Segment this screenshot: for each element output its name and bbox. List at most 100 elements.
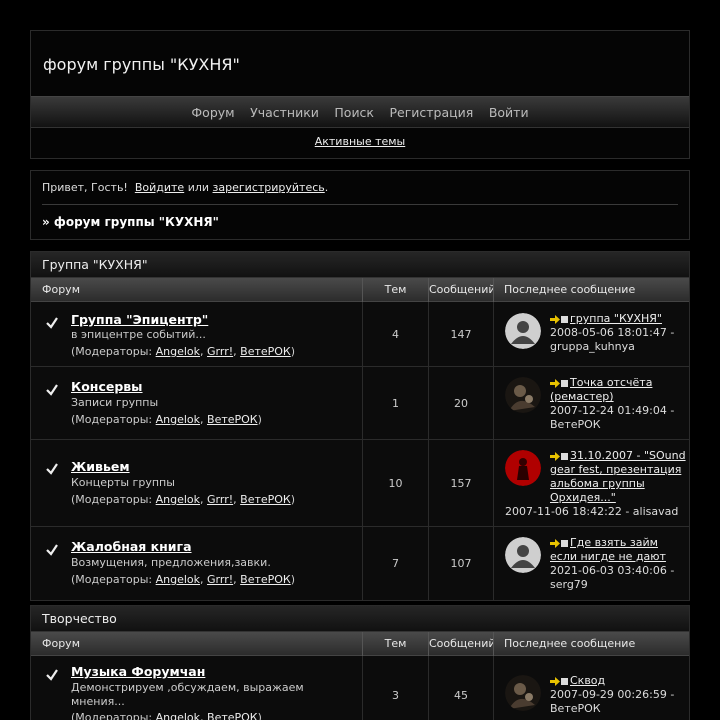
last-post-author: alisavad	[632, 505, 679, 518]
forum-link[interactable]: Музыка Форумчан	[71, 664, 205, 679]
last-post-link[interactable]: группа "КУХНЯ"	[570, 312, 662, 325]
moderator-link[interactable]: Angelok	[156, 573, 200, 586]
last-post-cell: Где взять займ если нигде не дают 2021-0…	[493, 527, 691, 600]
posts-count: 157	[428, 440, 493, 526]
forum-desc: Концерты группы	[71, 476, 175, 489]
moderator-link[interactable]: Angelok	[156, 711, 200, 720]
avatar[interactable]	[505, 450, 541, 486]
last-post-link[interactable]: 31.10.2007 - "SOund gear fest, презентац…	[550, 449, 686, 504]
last-post-info: Точка отсчёта (ремастер) 2007-12-24 01:4…	[550, 376, 675, 431]
go-to-post-icon[interactable]	[550, 538, 568, 548]
mods-prefix: (Модераторы:	[71, 413, 153, 426]
check-icon	[46, 317, 58, 329]
check-icon	[46, 669, 58, 681]
forum-desc: Демонстрируем ,обсуждаем, выражаем мнени…	[71, 681, 304, 708]
moderator-link[interactable]: Angelok	[156, 345, 200, 358]
moderator-link[interactable]: Grrr!	[207, 493, 233, 506]
forum-moderators: (Модераторы: Angelok, ВетеРОК)	[71, 413, 262, 426]
mods-prefix: (Модераторы:	[71, 493, 153, 506]
moderator-link[interactable]: Grrr!	[207, 345, 233, 358]
nav-login[interactable]: Войти	[489, 97, 529, 129]
posts-count: 147	[428, 302, 493, 366]
forum-link[interactable]: Жалобная книга	[71, 539, 192, 554]
user-silhouette-icon	[505, 313, 541, 349]
mods-prefix: (Модераторы:	[71, 711, 153, 720]
avatar[interactable]	[505, 675, 541, 711]
nav-register[interactable]: Регистрация	[389, 97, 473, 129]
go-to-post-icon[interactable]	[550, 451, 568, 461]
register-link[interactable]: зарегистрируйтесь	[213, 181, 325, 194]
moderator-link[interactable]: Angelok	[156, 413, 200, 426]
forum-moderators: (Модераторы: Angelok, Grrr!, ВетеРОК)	[71, 493, 296, 506]
avatar[interactable]	[505, 537, 541, 573]
forum-moderators: (Модераторы: Angelok, ВетеРОК)	[71, 711, 262, 720]
breadcrumb: » форум группы "КУХНЯ"	[42, 215, 219, 229]
forum-row: Живьем Концерты группы (Модераторы: Ange…	[31, 440, 689, 527]
forum-cell: Живьем Концерты группы (Модераторы: Ange…	[31, 440, 362, 526]
period-text: .	[324, 181, 329, 194]
moderator-link[interactable]: ВетеРОК	[240, 573, 291, 586]
moderator-link[interactable]: Angelok	[156, 493, 200, 506]
go-to-post-icon[interactable]	[550, 378, 568, 388]
posts-count: 45	[428, 656, 493, 720]
col-topics: Тем	[362, 278, 428, 302]
welcome-box: Привет, Гость! Войдите или зарегистрируй…	[30, 170, 690, 240]
avatar[interactable]	[505, 313, 541, 349]
avatar[interactable]	[505, 377, 541, 413]
posts-count: 107	[428, 527, 493, 600]
table-header: Форум Тем Сообщений Последнее сообщение	[31, 278, 689, 302]
divider	[42, 204, 678, 205]
col-last: Последнее сообщение	[493, 278, 691, 302]
last-post-info: Сквод 2007-09-29 00:26:59 - ВетеРОК	[550, 674, 675, 715]
user-silhouette-icon	[505, 537, 541, 573]
mods-prefix: (Модераторы:	[71, 345, 153, 358]
forum-cell: Музыка Форумчан Демонстрируем ,обсуждаем…	[31, 656, 362, 720]
check-icon	[46, 384, 58, 396]
nav-forum[interactable]: Форум	[191, 97, 234, 129]
table-header: Форум Тем Сообщений Последнее сообщение	[31, 632, 689, 656]
welcome-line: Привет, Гость! Войдите или зарегистрируй…	[42, 181, 678, 194]
site-header: форум группы "КУХНЯ" Форум Участники Пои…	[30, 30, 690, 159]
go-to-post-icon[interactable]	[550, 314, 568, 324]
active-topics-row: Активные темы	[31, 135, 689, 148]
last-post-link[interactable]: Сквод	[570, 674, 605, 687]
col-posts: Сообщений	[428, 278, 493, 302]
last-post-author: ВетеРОК	[550, 418, 601, 431]
topics-count: 4	[362, 302, 428, 366]
moderator-link[interactable]: ВетеРОК	[207, 413, 258, 426]
nav-search[interactable]: Поиск	[334, 97, 374, 129]
or-text: или	[187, 181, 210, 194]
last-post-date: 2007-11-06 18:42:22	[505, 505, 622, 518]
forum-cell: Консервы Записи группы (Модераторы: Ange…	[31, 367, 362, 439]
mods-prefix: (Модераторы:	[71, 573, 153, 586]
login-link[interactable]: Войдите	[135, 181, 184, 194]
user-photo-icon	[505, 450, 541, 486]
nav-users[interactable]: Участники	[250, 97, 319, 129]
user-photo-icon	[505, 675, 541, 711]
col-forum: Форум	[42, 637, 80, 650]
forum-link[interactable]: Живьем	[71, 459, 130, 474]
last-post-date: 2007-12-24 01:49:04	[550, 404, 667, 417]
last-post-cell: Точка отсчёта (ремастер) 2007-12-24 01:4…	[493, 367, 691, 439]
forum-row: Консервы Записи группы (Модераторы: Ange…	[31, 367, 689, 440]
forum-desc: в эпицентре событий...	[71, 328, 206, 341]
moderator-link[interactable]: ВетеРОК	[240, 345, 291, 358]
forum-link[interactable]: Группа "Эпицентр"	[71, 312, 208, 327]
forum-cell: Жалобная книга Возмущения, предложения,з…	[31, 527, 362, 600]
check-icon	[46, 544, 58, 556]
moderator-link[interactable]: ВетеРОК	[240, 493, 291, 506]
forum-cell: Группа "Эпицентр" в эпицентре событий...…	[31, 302, 362, 366]
go-to-post-icon[interactable]	[550, 676, 568, 686]
moderator-link[interactable]: Grrr!	[207, 573, 233, 586]
forum-link[interactable]: Консервы	[71, 379, 143, 394]
last-post-author: serg79	[550, 578, 588, 591]
col-posts: Сообщений	[428, 632, 493, 656]
last-post-info: 31.10.2007 - "SOund gear fest, презентац…	[550, 449, 688, 505]
forum-moderators: (Модераторы: Angelok, Grrr!, ВетеРОК)	[71, 573, 296, 586]
moderator-link[interactable]: ВетеРОК	[207, 711, 258, 720]
check-icon	[46, 463, 58, 475]
col-forum: Форум	[42, 283, 80, 296]
active-topics-link[interactable]: Активные темы	[315, 135, 406, 148]
last-post-date: 2007-09-29 00:26:59	[550, 688, 667, 701]
forum-row: Группа "Эпицентр" в эпицентре событий...…	[31, 302, 689, 367]
